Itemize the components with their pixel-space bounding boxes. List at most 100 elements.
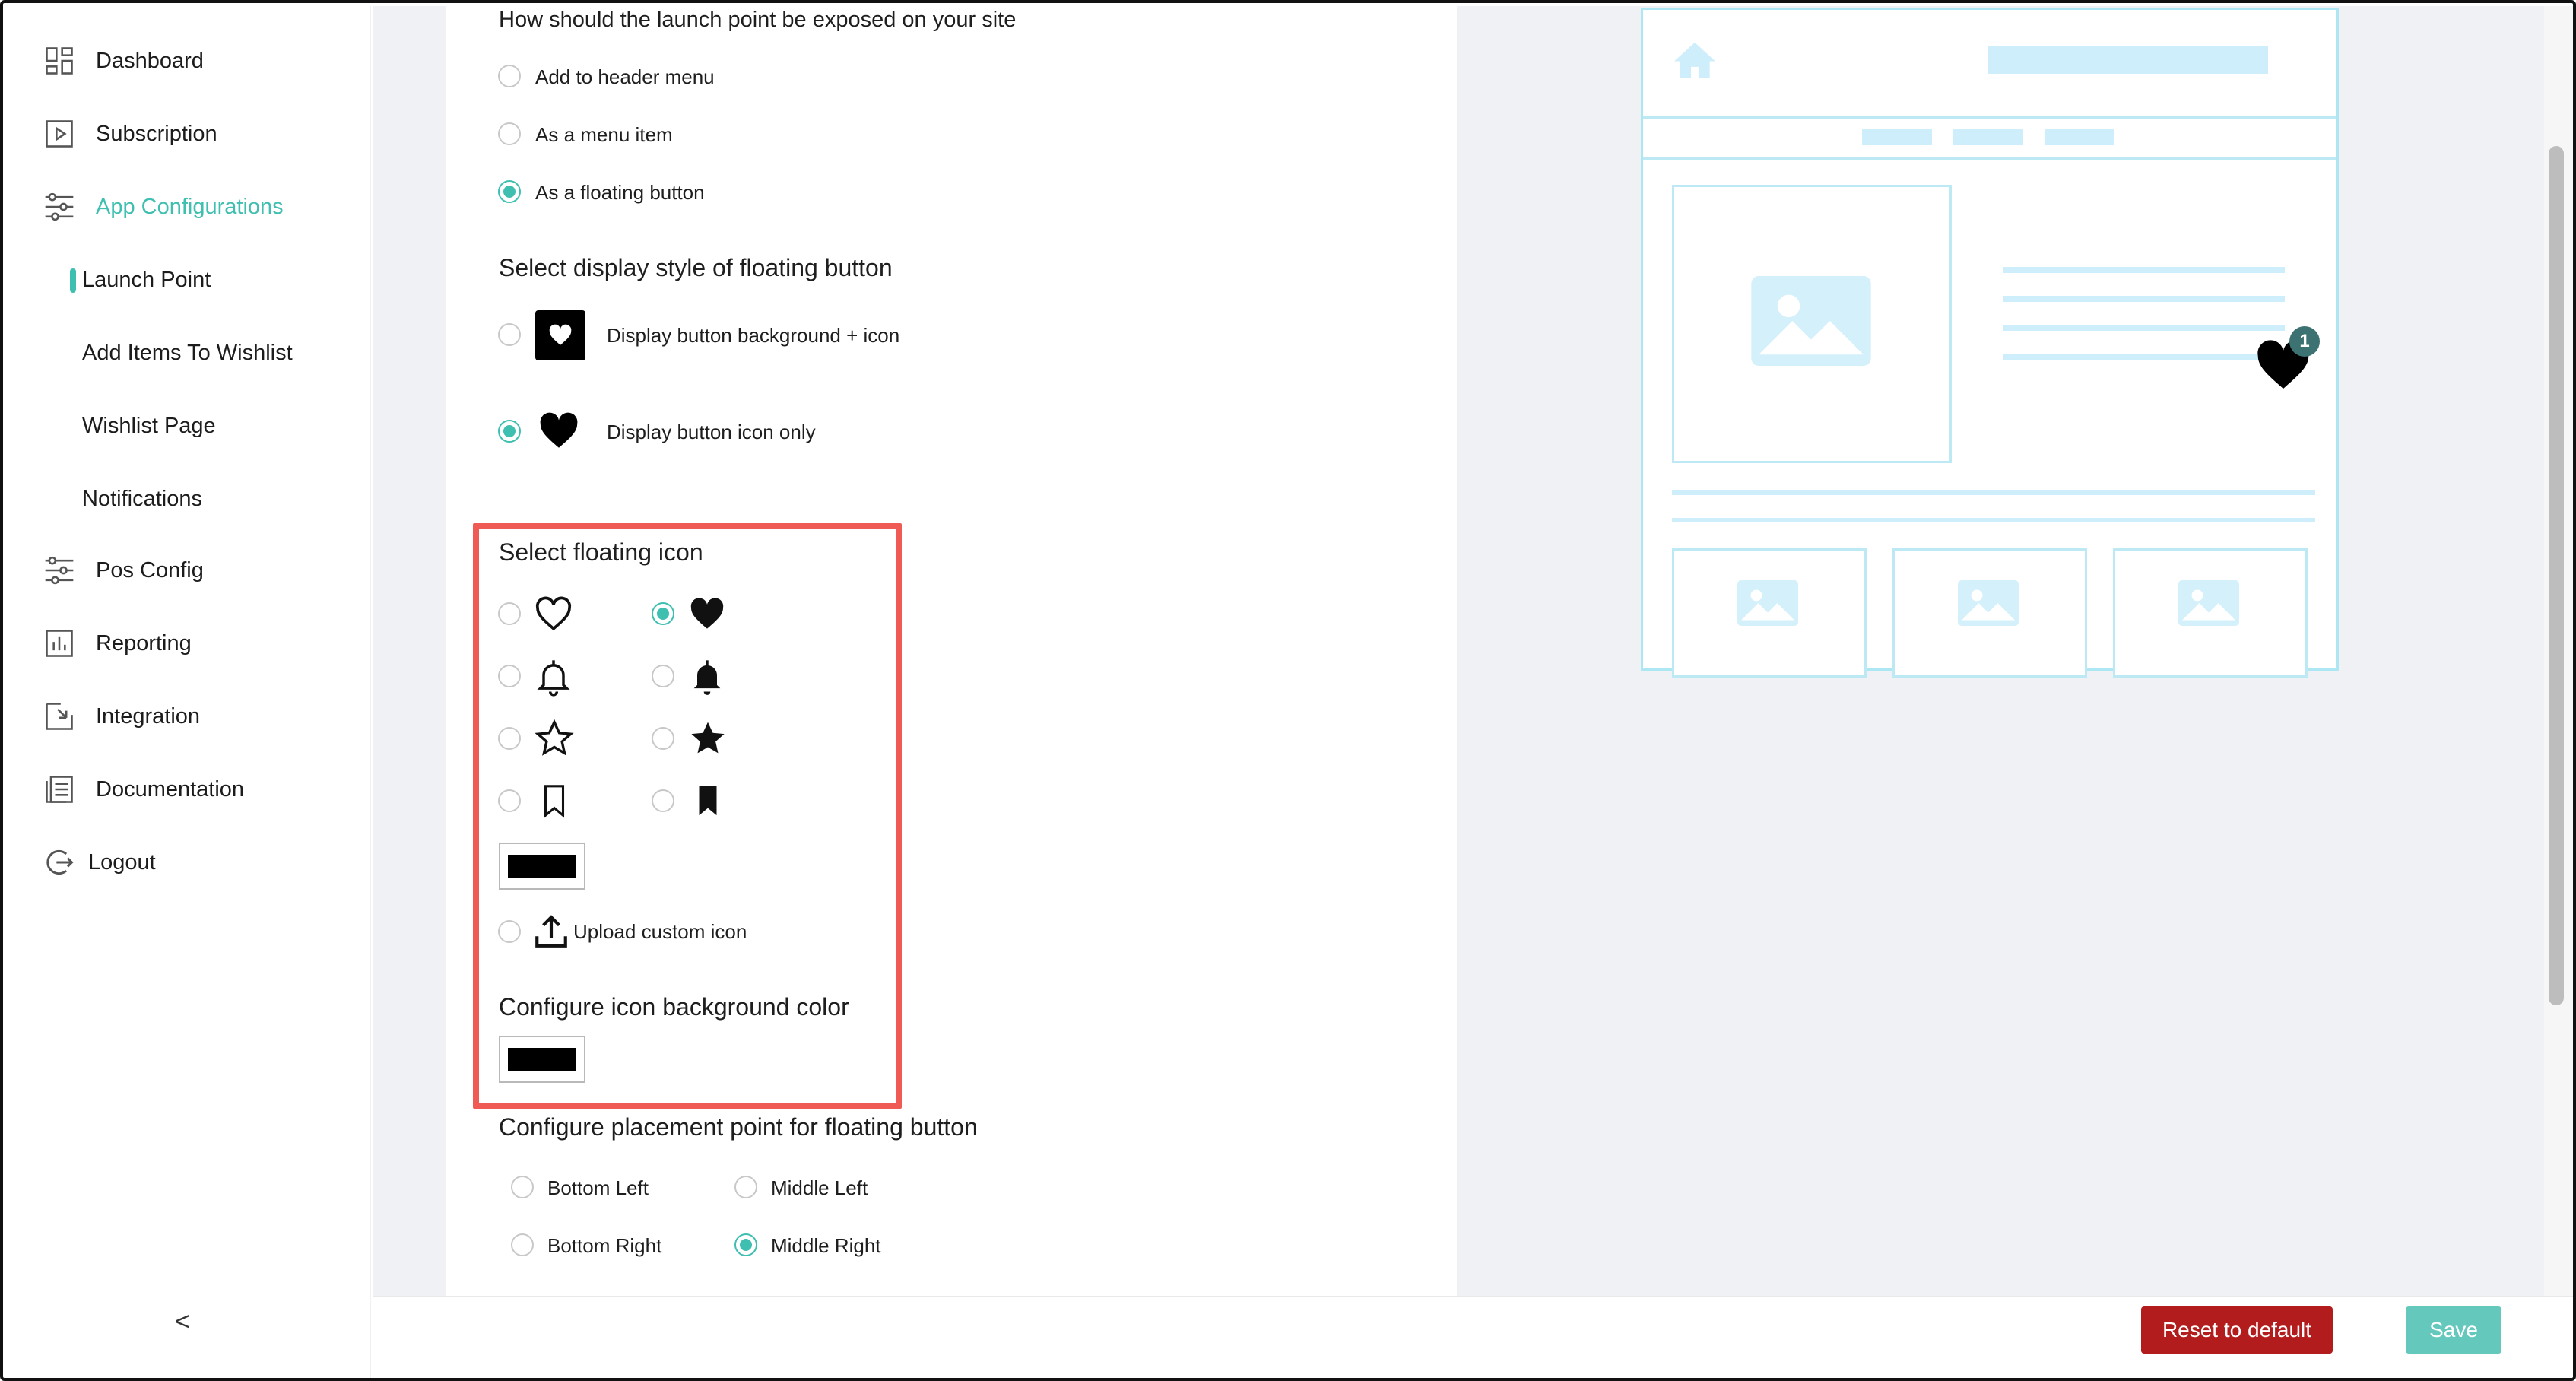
radio-label: Add to header menu <box>535 65 715 88</box>
display-style-title: Select display style of floating button <box>499 254 893 281</box>
radio-display-bg-icon[interactable] <box>498 323 521 346</box>
radio-label: Display button background + icon <box>607 324 900 347</box>
play-square-icon <box>40 114 79 154</box>
sidebar-item-label: Documentation <box>96 776 245 802</box>
star-filled-icon <box>691 722 725 754</box>
radio-add-to-header-menu[interactable] <box>498 65 521 87</box>
preview-nav-bar <box>1862 129 1932 145</box>
radio-bookmark-outline[interactable] <box>498 789 521 812</box>
sidebar-subitem-label: Add Items To Wishlist <box>82 340 293 365</box>
icon-color-picker[interactable] <box>499 843 585 890</box>
radio-star-outline[interactable] <box>498 727 521 750</box>
sidebar-subitem-add-items-to-wishlist[interactable]: Add Items To Wishlist <box>82 326 293 379</box>
storefront-preview: 1 <box>1641 8 2339 678</box>
image-placeholder-icon <box>1958 580 2019 626</box>
radio-bell-filled[interactable] <box>652 665 674 687</box>
radio-label: Display button icon only <box>607 421 816 443</box>
reset-to-default-button[interactable]: Reset to default <box>2141 1306 2333 1354</box>
sidebar-item-pos-config[interactable]: Pos Config <box>40 540 204 601</box>
sidebar-item-label: Integration <box>96 703 201 729</box>
dashboard-icon <box>40 41 79 81</box>
radio-middle-right[interactable] <box>734 1233 757 1256</box>
bell-filled-icon <box>693 660 721 695</box>
sidebar-item-label: Pos Config <box>96 557 204 583</box>
sidebar-item-integration[interactable]: Integration <box>40 686 200 747</box>
sidebar-item-app-configurations[interactable]: App Configurations <box>40 176 284 237</box>
preview-badge-count: 1 <box>2289 326 2320 357</box>
radio-display-icon-only[interactable] <box>498 420 521 443</box>
radio-middle-left[interactable] <box>734 1176 757 1198</box>
upload-icon <box>535 915 567 948</box>
bar-chart-icon <box>40 624 79 663</box>
sidebar-item-label: App Configurations <box>96 194 284 219</box>
sidebar-item-logout[interactable]: Logout <box>40 832 156 893</box>
collapse-sidebar-button[interactable]: < <box>175 1307 190 1337</box>
bookmark-filled-icon <box>699 786 717 816</box>
image-placeholder-icon <box>1737 580 1798 626</box>
preview-header-bar <box>1988 46 2268 74</box>
sidebar-subitem-wishlist-page[interactable]: Wishlist Page <box>82 399 216 452</box>
floating-icon-title: Select floating icon <box>499 538 703 566</box>
radio-heart-filled[interactable] <box>652 602 674 625</box>
sliders-icon <box>40 551 79 590</box>
radio-label: Bottom Left <box>547 1176 649 1199</box>
save-button[interactable]: Save <box>2406 1306 2501 1354</box>
sliders-icon <box>40 187 79 227</box>
upload-custom-icon-label: Upload custom icon <box>573 920 747 943</box>
preview-text-line <box>2003 296 2285 302</box>
logout-icon <box>40 843 79 882</box>
icon-bg-color-title: Configure icon background color <box>499 993 849 1021</box>
radio-upload-custom-icon[interactable] <box>498 920 521 943</box>
radio-as-menu-item[interactable] <box>498 122 521 145</box>
sidebar-item-label: Subscription <box>96 121 217 146</box>
sidebar-item-reporting[interactable]: Reporting <box>40 613 192 674</box>
sidebar-item-label: Dashboard <box>96 48 204 73</box>
radio-bell-outline[interactable] <box>498 665 521 687</box>
heart-box-icon <box>535 310 585 360</box>
radio-label: Middle Left <box>771 1176 868 1199</box>
launch-point-question: How should the launch point be exposed o… <box>499 8 1017 32</box>
radio-star-filled[interactable] <box>652 727 674 750</box>
heart-outline-icon <box>535 596 572 631</box>
sidebar-item-dashboard[interactable]: Dashboard <box>40 30 204 91</box>
sidebar: Dashboard Subscription App Configuration… <box>6 6 371 1378</box>
sidebar-subitem-notifications[interactable]: Notifications <box>82 472 202 525</box>
preview-divider <box>1643 157 2336 160</box>
icon-bg-color-picker[interactable] <box>499 1036 585 1083</box>
sidebar-subitem-launch-point[interactable]: Launch Point <box>69 253 211 306</box>
star-outline-icon <box>535 719 574 756</box>
preview-text-line <box>2003 325 2285 331</box>
radio-label: Middle Right <box>771 1234 881 1257</box>
sidebar-item-documentation[interactable]: Documentation <box>40 759 244 820</box>
sidebar-item-subscription[interactable]: Subscription <box>40 103 217 164</box>
preview-text-line <box>2003 354 2285 360</box>
bookmark-outline-icon <box>544 785 565 818</box>
sidebar-item-label: Reporting <box>96 630 192 656</box>
image-placeholder-icon <box>2178 580 2239 626</box>
radio-label: As a floating button <box>535 181 705 204</box>
heart-filled-icon <box>540 412 578 448</box>
radio-bookmark-filled[interactable] <box>652 789 674 812</box>
preview-divider-line <box>1672 518 2315 522</box>
preview-nav-bar <box>1953 129 2023 145</box>
radio-label: As a menu item <box>535 123 673 146</box>
sidebar-subitem-label: Wishlist Page <box>82 413 216 438</box>
home-icon <box>1674 42 1715 78</box>
preview-divider <box>1643 116 2336 119</box>
preview-nav-bar <box>2045 129 2114 145</box>
app-window: Dashboard Subscription App Configuration… <box>0 0 2576 1381</box>
sidebar-subitem-label: Notifications <box>82 486 202 511</box>
document-icon <box>40 770 79 809</box>
sidebar-item-label: Logout <box>88 849 156 875</box>
radio-heart-outline[interactable] <box>498 602 521 625</box>
radio-as-floating-button[interactable] <box>498 180 521 203</box>
sidebar-subitem-label: Launch Point <box>82 267 211 292</box>
scrollbar-thumb[interactable] <box>2549 146 2564 1005</box>
placement-title: Configure placement point for floating b… <box>499 1113 978 1141</box>
image-placeholder-icon <box>1751 276 1871 366</box>
preview-divider-line <box>1672 490 2315 495</box>
import-icon <box>40 697 79 736</box>
radio-bottom-right[interactable] <box>511 1233 534 1256</box>
radio-bottom-left[interactable] <box>511 1176 534 1198</box>
heart-filled-icon <box>690 598 724 629</box>
